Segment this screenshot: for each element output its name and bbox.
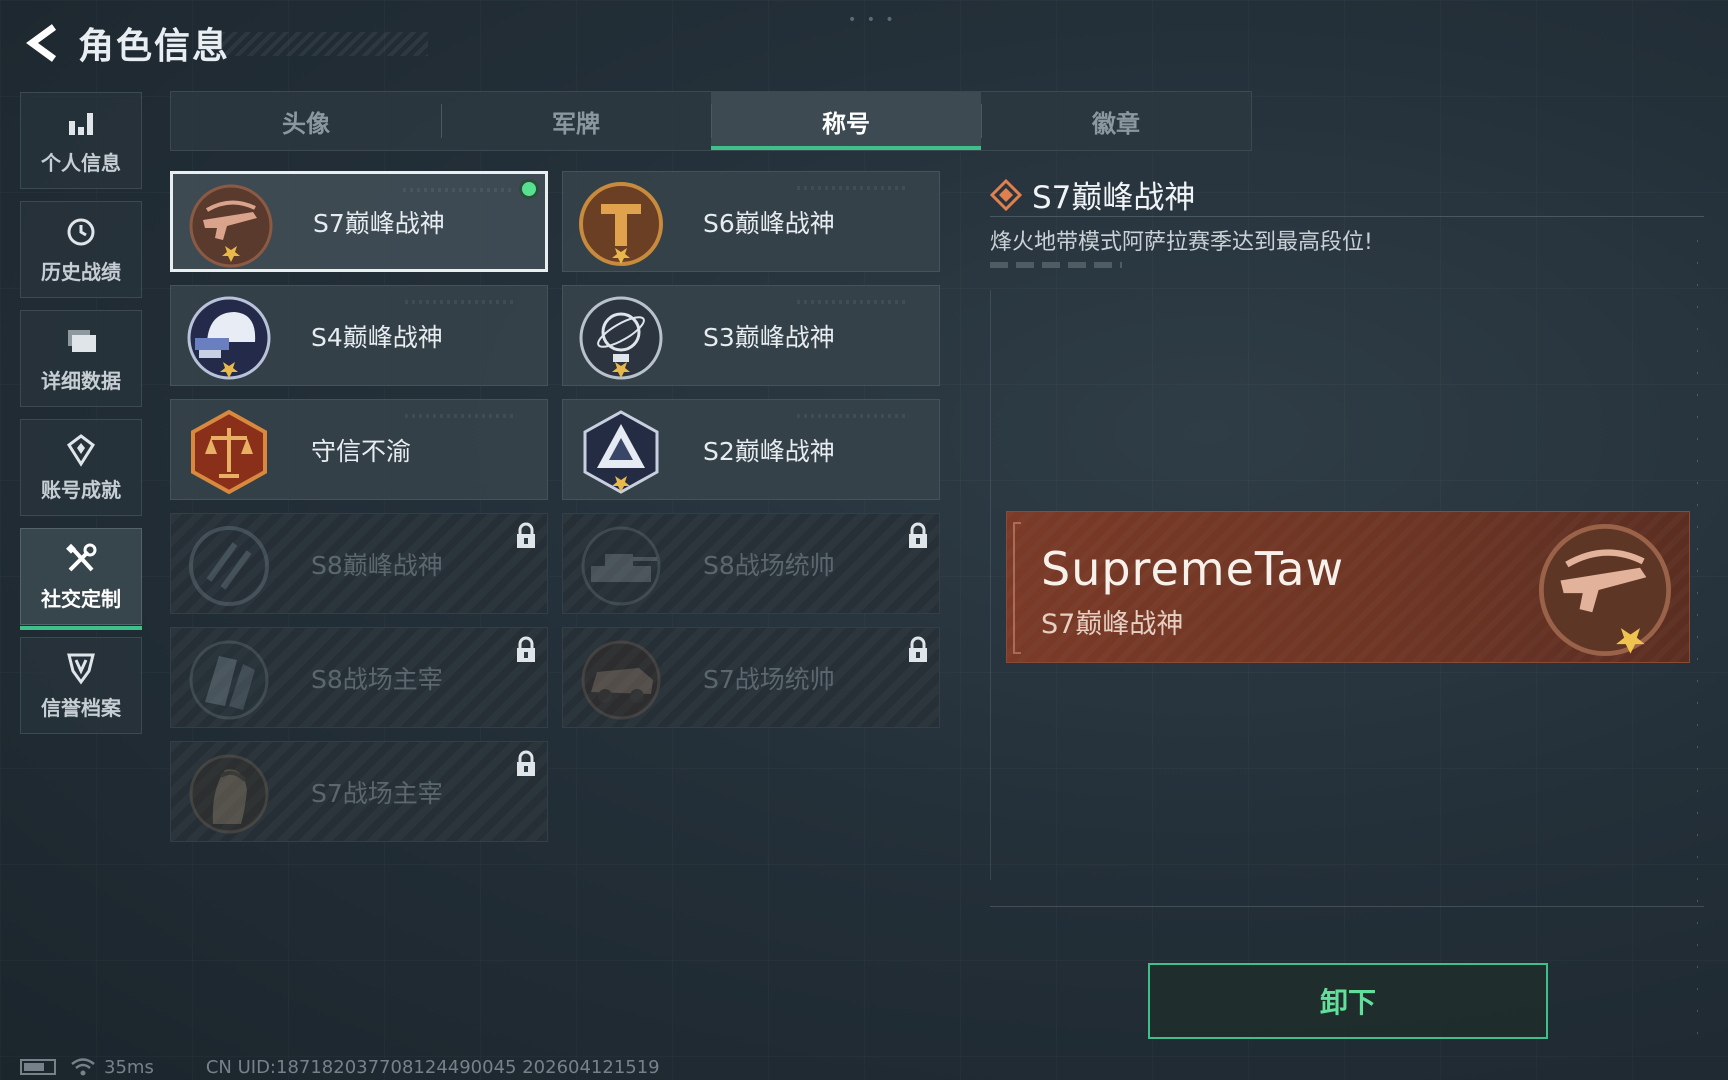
nameplate-title: S7巅峰战神 (1041, 609, 1184, 640)
uid-text: CN UID:18718203770812449004​5 2026041215… (205, 1056, 660, 1078)
building-badge-icon (189, 640, 269, 720)
decoration-dots: • • • (848, 12, 897, 28)
equipped-indicator (519, 179, 539, 199)
preview-divider (990, 906, 1704, 907)
sidebar: 个人信息 历史战绩 详细数据 账号成就 社交定制 信誉档案 (20, 92, 142, 746)
shield-icon (63, 650, 99, 686)
title-name: 守信不渝 (311, 436, 412, 466)
title-card-loyalty[interactable]: 守信不渝 (170, 399, 548, 500)
tab-badge[interactable]: 徽章 (981, 92, 1251, 150)
lock-icon (909, 522, 927, 548)
lock-icon (517, 636, 535, 662)
globe-badge-icon (579, 296, 663, 380)
detail-decoration (990, 262, 1122, 268)
scales-badge-icon (191, 409, 267, 495)
scan-decoration (797, 300, 907, 304)
tank-badge-icon (581, 526, 661, 606)
title-card-s7-commander[interactable]: S7战场统帅 (562, 627, 940, 728)
folder-icon (63, 323, 99, 359)
history-icon (63, 214, 99, 250)
tab-bar: 头像 军牌 称号 徽章 (170, 91, 1252, 151)
sidebar-item-label: 账号成就 (41, 478, 121, 502)
page-title: 角色信息 (78, 26, 231, 67)
title-card-s8-dominator[interactable]: S8战场主宰 (170, 627, 548, 728)
tools-icon (63, 541, 99, 577)
lock-icon (517, 522, 535, 548)
scan-decoration (797, 414, 907, 418)
sidebar-item-achievements[interactable]: 账号成就 (20, 419, 142, 516)
title-name: S8巅峰战神 (311, 550, 443, 580)
ping-value: 35ms (104, 1056, 154, 1078)
helmet-badge-icon (187, 296, 271, 380)
unequip-button[interactable]: 卸下 (1148, 963, 1548, 1039)
slash-badge-icon (189, 526, 269, 606)
title-card-s8-commander[interactable]: S8战场统帅 (562, 513, 940, 614)
scan-decoration (797, 186, 907, 190)
scan-decoration (405, 300, 515, 304)
scan-decoration (403, 188, 513, 192)
title-card-s6-peak[interactable]: S6巅峰战神 (562, 171, 940, 272)
sidebar-item-credit-record[interactable]: 信誉档案 (20, 637, 142, 734)
sidebar-item-history[interactable]: 历史战绩 (20, 201, 142, 298)
rifle-badge-icon (189, 184, 273, 268)
title-decoration (220, 32, 428, 56)
wifi-icon (71, 1058, 95, 1076)
status-bar: 35ms CN UID:18718203770812449004​5 20260… (20, 1056, 660, 1078)
t-shield-badge-icon (579, 182, 663, 266)
bar-chart-icon (63, 105, 99, 141)
nameplate-preview: SupremeTaw S7巅峰战神 (1006, 511, 1690, 663)
title-name: S7战场主宰 (311, 778, 443, 808)
detail-description: 烽火地带模式阿萨拉赛季达到最高段位! (990, 230, 1373, 255)
back-button[interactable] (20, 21, 64, 65)
tab-title[interactable]: 称号 (711, 92, 981, 150)
lock-icon (909, 636, 927, 662)
soldier-badge-icon (189, 754, 269, 834)
detail-header: S7巅峰战神 (990, 172, 1195, 217)
vehicle-badge-icon (581, 640, 661, 720)
scan-decoration (405, 414, 515, 418)
tab-dog-tag[interactable]: 军牌 (441, 92, 711, 150)
detail-divider (990, 216, 1704, 217)
sidebar-item-social-custom[interactable]: 社交定制 (20, 528, 142, 630)
sidebar-item-label: 个人信息 (41, 151, 121, 175)
lock-icon (517, 750, 535, 776)
title-card-s3-peak[interactable]: S3巅峰战神 (562, 285, 940, 386)
title-name: S8战场主宰 (311, 664, 443, 694)
rifle-badge-icon (1538, 523, 1672, 657)
title-card-s2-peak[interactable]: S2巅峰战神 (562, 399, 940, 500)
page-header: 角色信息 (20, 18, 428, 68)
tab-avatar[interactable]: 头像 (171, 92, 441, 150)
nameplate-corner (1013, 522, 1021, 654)
title-card-s7-dominator[interactable]: S7战场主宰 (170, 741, 548, 842)
back-arrow-icon (26, 24, 57, 62)
triangle-badge-icon (583, 410, 659, 494)
title-card-s4-peak[interactable]: S4巅峰战神 (170, 285, 548, 386)
sidebar-item-label: 信誉档案 (41, 696, 121, 720)
title-name: S7战场统帅 (703, 664, 835, 694)
battery-icon (20, 1059, 56, 1075)
player-name: SupremeTaw (1041, 542, 1345, 596)
sidebar-item-label: 社交定制 (41, 587, 121, 611)
sidebar-item-personal-info[interactable]: 个人信息 (20, 92, 142, 189)
title-card-s8-peak[interactable]: S8巅峰战神 (170, 513, 548, 614)
title-card-s7-peak[interactable]: S7巅峰战神 (170, 171, 548, 272)
edge-ticks (1697, 240, 1698, 1040)
sidebar-item-detailed-data[interactable]: 详细数据 (20, 310, 142, 407)
sidebar-item-label: 历史战绩 (41, 260, 121, 284)
diamond-icon (990, 178, 1022, 211)
achievement-icon (63, 432, 99, 468)
sidebar-item-label: 详细数据 (41, 369, 121, 393)
detail-title: S7巅峰战神 (1032, 180, 1196, 216)
title-name: S8战场统帅 (703, 550, 835, 580)
